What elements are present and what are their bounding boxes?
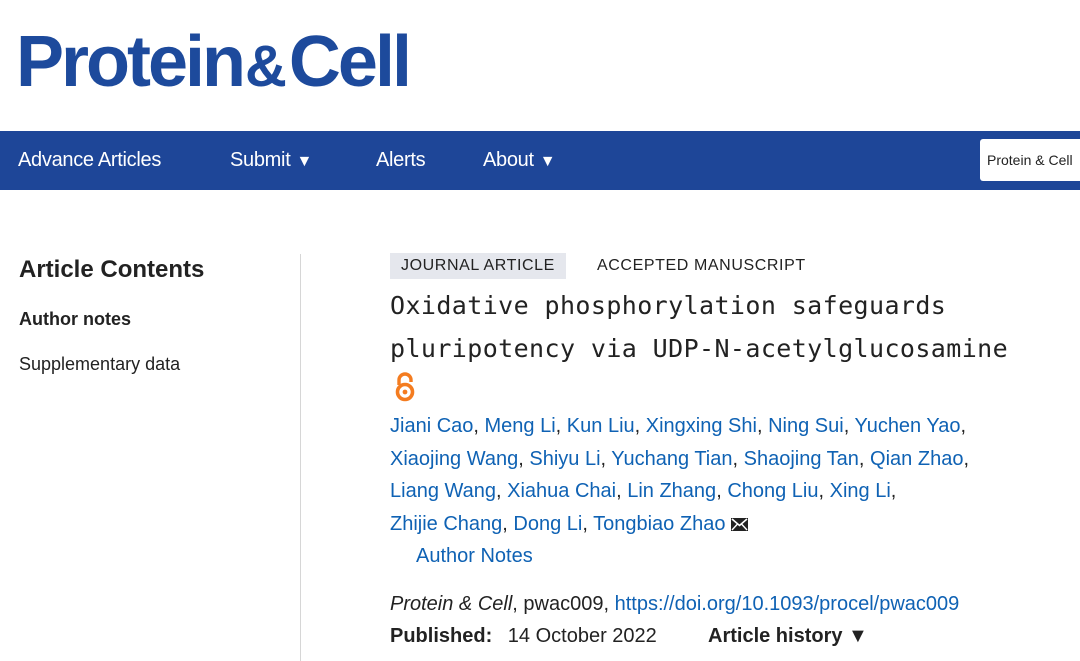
author-link[interactable]: Tongbiao Zhao	[593, 513, 725, 535]
author-link[interactable]: Yuchang Tian	[611, 448, 732, 470]
author-link[interactable]: Chong Liu	[727, 480, 818, 502]
main-navbar: Advance Articles Submit ▼ Alerts About ▼	[0, 131, 1080, 190]
journal-logo[interactable]: Protein&Cell	[16, 26, 412, 103]
nav-submit-menu[interactable]: Submit ▼	[230, 131, 312, 190]
citation-id: , pwac009,	[512, 593, 615, 615]
author-link[interactable]: Yuchen Yao	[854, 415, 960, 437]
nav-advance-articles[interactable]: Advance Articles	[18, 131, 161, 190]
sidebar-item-author-notes[interactable]: Author notes	[19, 309, 131, 330]
author-notes-link[interactable]: Author Notes	[416, 540, 533, 572]
author-link[interactable]: Zhijie Chang	[390, 513, 502, 535]
logo-text-protein: Protein	[16, 22, 246, 102]
doi-link[interactable]: https://doi.org/10.1093/procel/pwac009	[615, 593, 960, 615]
sidebar-item-supplementary-data[interactable]: Supplementary data	[19, 354, 180, 375]
published-date: 14 October 2022	[507, 625, 657, 647]
search-scope-select[interactable]: Protein & Cell	[980, 139, 1080, 181]
author-link[interactable]: Xingxing Shi	[646, 415, 757, 437]
nav-advance-articles-label: Advance Articles	[18, 149, 162, 171]
author-link[interactable]: Kun Liu	[567, 415, 635, 437]
logo-text-cell: Cell	[288, 22, 412, 102]
article-type-tag: JOURNAL ARTICLE	[390, 253, 566, 279]
nav-alerts[interactable]: Alerts	[376, 131, 426, 190]
author-link[interactable]: Xing Li	[830, 480, 891, 502]
published-label: Published:	[390, 625, 493, 647]
author-list: Jiani Cao, Meng Li, Kun Liu, Xingxing Sh…	[390, 415, 969, 535]
citation-line: Protein & Cell, pwac009, https://doi.org…	[390, 588, 959, 620]
author-link[interactable]: Xiaojing Wang	[390, 448, 518, 470]
open-access-icon	[395, 372, 415, 402]
logo-ampersand: &	[245, 34, 287, 99]
search-scope-label: Protein & Cell	[987, 152, 1073, 168]
caret-down-icon: ▼	[296, 153, 312, 170]
article-history-toggle[interactable]: Article history ▼	[708, 620, 868, 652]
author-link[interactable]: Jiani Cao	[390, 415, 473, 437]
author-link[interactable]: Qian Zhao	[870, 448, 963, 470]
author-link[interactable]: Liang Wang	[390, 480, 496, 502]
author-link[interactable]: Shiyu Li	[529, 448, 600, 470]
envelope-icon[interactable]	[731, 517, 749, 531]
sidebar-title: Article Contents	[19, 256, 205, 283]
author-link[interactable]: Meng Li	[485, 415, 556, 437]
citation-journal: Protein & Cell	[390, 593, 513, 615]
author-link[interactable]: Xiahua Chai	[507, 480, 616, 502]
author-link[interactable]: Ning Sui	[768, 415, 844, 437]
author-link[interactable]: Dong Li	[513, 513, 582, 535]
author-link[interactable]: Shaojing Tan	[744, 448, 859, 470]
nav-alerts-label: Alerts	[376, 149, 426, 171]
author-link[interactable]: Lin Zhang	[627, 480, 716, 502]
caret-down-icon: ▼	[539, 153, 556, 170]
article-title: Oxidative phosphorylation safeguards plu…	[390, 291, 1009, 363]
sidebar-divider	[300, 254, 301, 661]
publication-info: Published: 14 October 2022 Article histo…	[390, 620, 868, 652]
nav-about-label: About	[483, 149, 534, 171]
nav-about-menu[interactable]: About ▼	[483, 131, 556, 190]
article-status-tag: ACCEPTED MANUSCRIPT	[597, 257, 806, 274]
nav-submit-label: Submit	[230, 149, 291, 171]
